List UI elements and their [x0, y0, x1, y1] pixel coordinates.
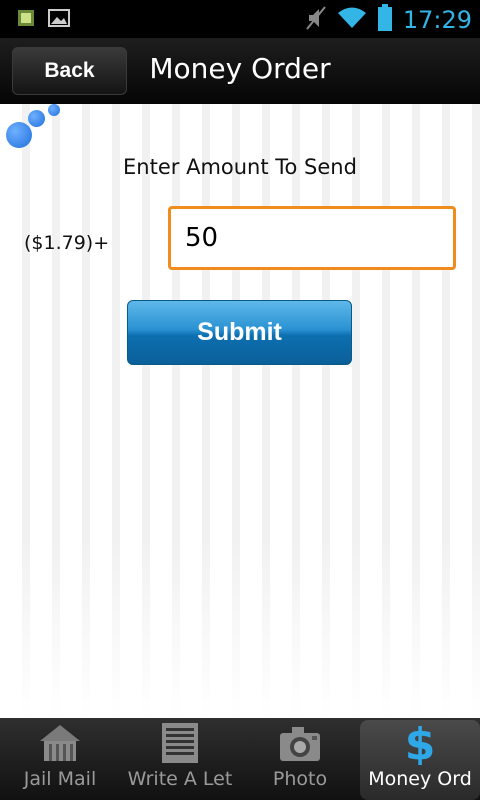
amount-prompt: Enter Amount To Send	[123, 155, 357, 179]
tab-label: Jail Mail	[23, 768, 97, 790]
svg-text:$: $	[405, 721, 436, 765]
tab-label: Money Ord	[368, 768, 472, 790]
tab-photo[interactable]: Photo	[240, 718, 360, 800]
wifi-icon	[337, 6, 367, 34]
tab-write-letter[interactable]: Write A Let	[120, 718, 240, 800]
camera-icon	[278, 722, 322, 764]
fee-label: ($1.79)+	[24, 232, 110, 254]
status-bar: 17:29	[0, 0, 480, 38]
header-bar: Back Money Order	[0, 38, 480, 104]
tab-label: Write A Let	[127, 768, 233, 790]
amount-input[interactable]	[168, 206, 456, 270]
tab-money-order[interactable]: $ Money Ord	[360, 720, 480, 800]
tab-jail-mail[interactable]: Jail Mail	[0, 718, 120, 800]
mute-icon	[305, 5, 327, 35]
dollar-icon: $	[398, 721, 442, 765]
bubbles-decoration	[0, 104, 70, 154]
status-time: 17:29	[402, 6, 472, 34]
tab-label: Photo	[272, 768, 328, 790]
gallery-icon	[48, 8, 70, 32]
notification-icon	[16, 8, 36, 32]
tab-bar: Jail Mail Write A Let Photo $ Money Ord	[0, 718, 480, 800]
submit-button[interactable]: Submit	[127, 300, 352, 365]
page-title: Money Order	[149, 52, 331, 85]
content-area: Enter Amount To Send ($1.79)+ Submit	[0, 104, 480, 718]
jail-icon	[38, 722, 82, 764]
battery-icon	[377, 4, 393, 36]
letter-icon	[158, 722, 202, 764]
